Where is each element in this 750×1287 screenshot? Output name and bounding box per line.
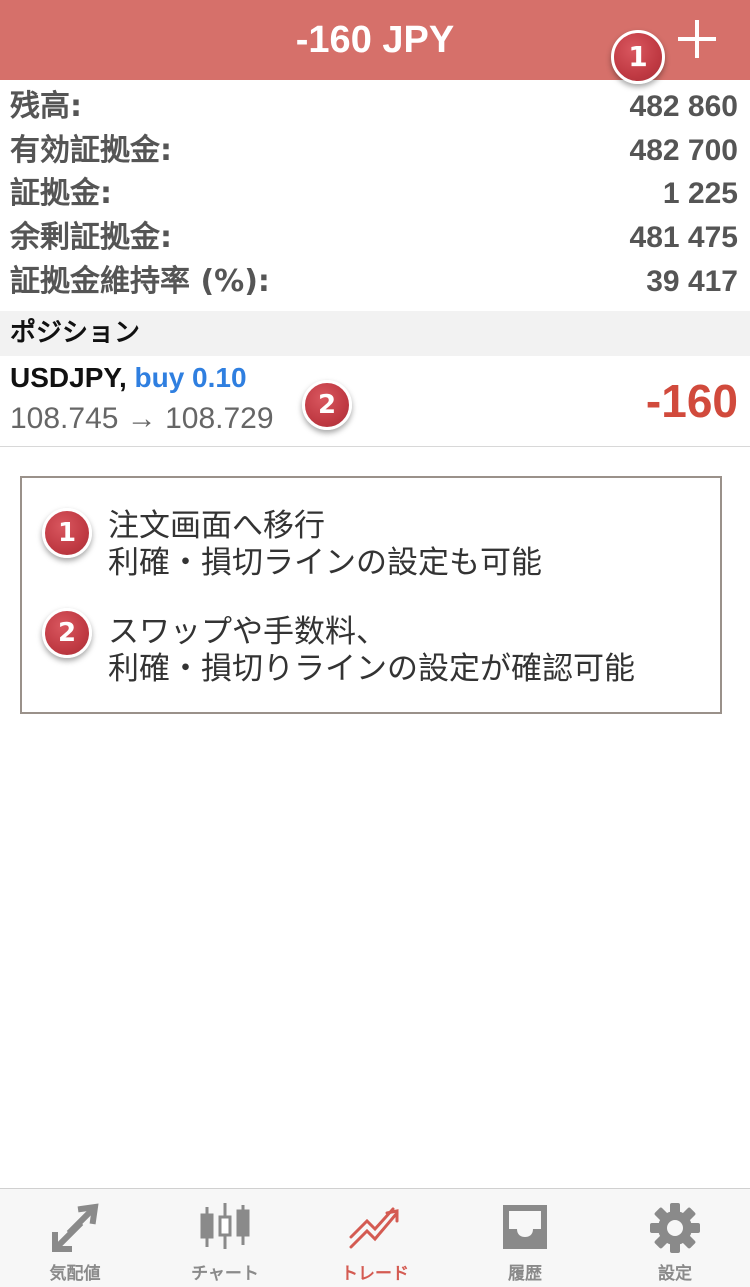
tab-settings[interactable]: 設定: [600, 1189, 750, 1287]
note-text-1: 注文画面へ移行 利確・損切ラインの設定も可能: [108, 508, 542, 582]
account-value: 481 475: [629, 221, 738, 254]
note-badge-1: 1: [42, 508, 92, 558]
bottom-tab-bar: 気配値 チャート トレード 履歴 設定: [0, 1188, 750, 1287]
account-value: 1 225: [662, 177, 738, 210]
position-prices: 108.745 → 108.729: [10, 402, 274, 435]
account-label: 残高:: [10, 89, 82, 124]
tab-label: 履歴: [508, 1264, 542, 1284]
account-row-free-margin: 余剰証拠金: 481 475: [0, 216, 750, 259]
account-value: 482 700: [629, 134, 738, 167]
callout-badge-1: 1: [611, 30, 665, 84]
position-row[interactable]: USDJPY, buy 0.10 108.745 → 108.729 -160: [0, 356, 750, 447]
note-badge-2: 2: [42, 608, 92, 658]
position-profit: -160: [645, 375, 738, 427]
gear-icon: [645, 1199, 705, 1257]
account-row-equity: 有効証拠金: 482 700: [0, 129, 750, 172]
position-symbol: USDJPY,: [10, 362, 127, 393]
candlestick-chart-icon: [195, 1199, 255, 1257]
note-line: 利確・損切ラインの設定も可能: [108, 545, 542, 581]
tab-quotes[interactable]: 気配値: [0, 1189, 150, 1287]
quotes-arrows-icon: [45, 1199, 105, 1257]
add-order-button[interactable]: [672, 14, 722, 64]
position-title: USDJPY, buy 0.10: [10, 362, 247, 394]
account-value: 39 417: [646, 265, 738, 298]
position-side: buy 0.10: [134, 362, 247, 393]
callout-badge-2: 2: [302, 380, 352, 430]
account-row-balance: 残高: 482 860: [0, 85, 750, 128]
tab-trade[interactable]: トレード: [300, 1189, 450, 1287]
note-line: スワップや手数料、: [108, 614, 387, 650]
plus-icon: [678, 20, 716, 58]
account-row-margin: 証拠金: 1 225: [0, 172, 750, 215]
tab-history[interactable]: 履歴: [450, 1189, 600, 1287]
positions-section-header: ポジション: [0, 311, 750, 356]
annotation-box: 1 注文画面へ移行 利確・損切ラインの設定も可能 2 スワップや手数料、 利確・…: [20, 476, 722, 714]
account-value: 482 860: [629, 90, 738, 123]
account-row-margin-level: 証拠金維持率 (%): 39 417: [0, 260, 750, 303]
tab-label: トレード: [341, 1264, 409, 1284]
account-label: 証拠金維持率 (%):: [10, 264, 270, 299]
section-title: ポジション: [10, 318, 141, 348]
account-label: 証拠金:: [10, 176, 112, 211]
history-inbox-icon: [495, 1199, 555, 1257]
tab-chart[interactable]: チャート: [150, 1189, 300, 1287]
note-line: 利確・損切りラインの設定が確認可能: [108, 651, 635, 687]
tab-label: チャート: [191, 1264, 259, 1284]
account-label: 有効証拠金:: [10, 133, 172, 168]
trade-trend-icon: [345, 1199, 405, 1257]
tab-label: 設定: [658, 1264, 692, 1284]
note-text-2: スワップや手数料、 利確・損切りラインの設定が確認可能: [108, 614, 635, 688]
tab-label: 気配値: [49, 1264, 101, 1284]
account-label: 余剰証拠金:: [10, 220, 172, 255]
note-line: 注文画面へ移行: [108, 508, 325, 544]
